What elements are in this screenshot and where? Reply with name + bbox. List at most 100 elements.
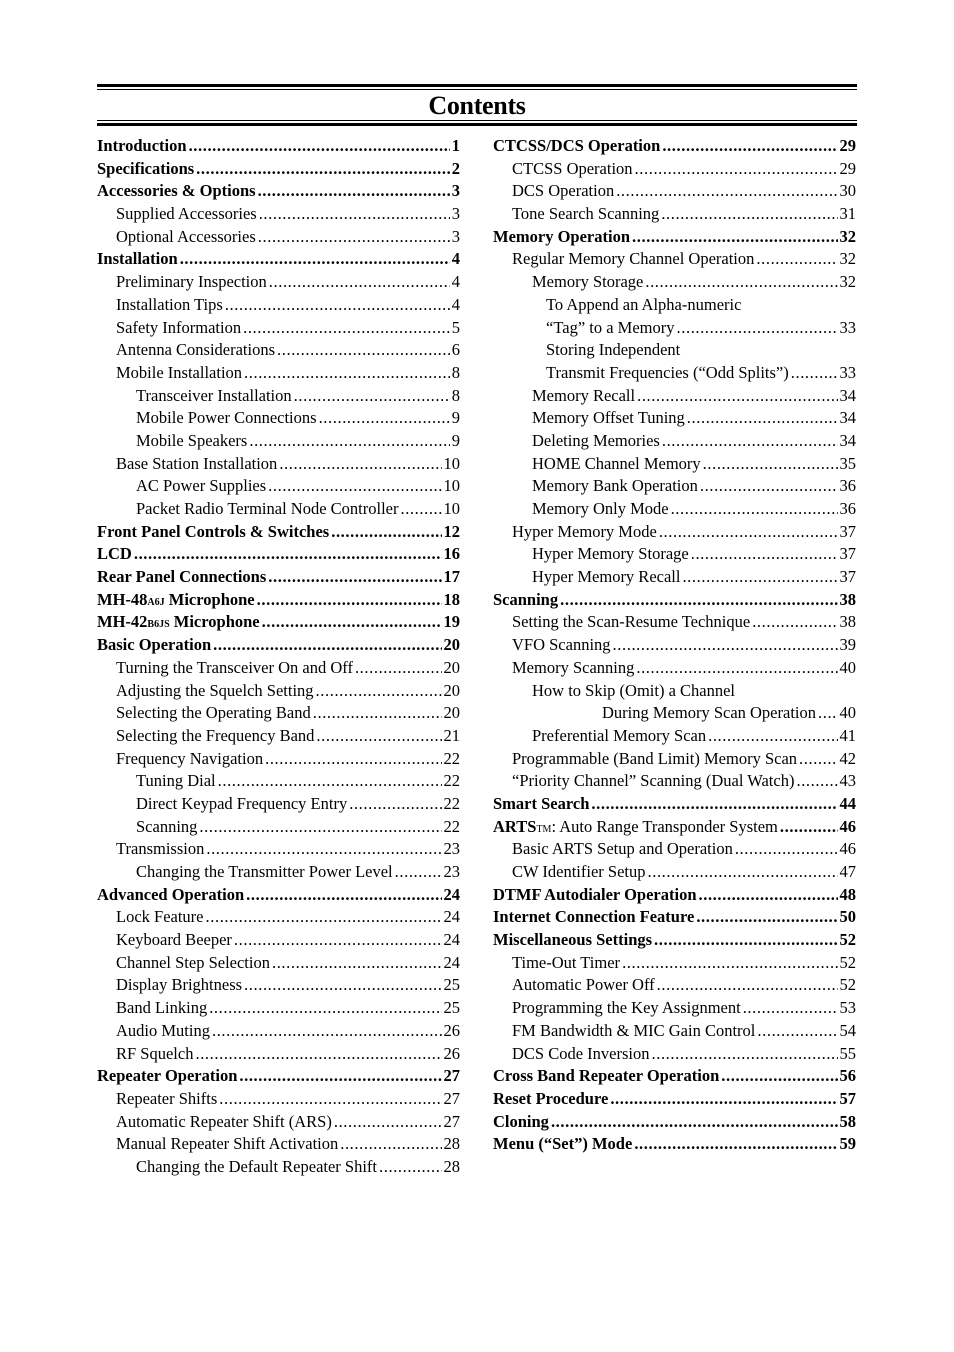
toc-entry[interactable]: Supplied Accessories 3 (97, 203, 460, 226)
toc-page-number: 37 (839, 567, 857, 587)
toc-entry[interactable]: CW Identifier Setup 47 (493, 861, 856, 884)
toc-entry[interactable]: Selecting the Frequency Band 21 (97, 725, 460, 748)
toc-entry[interactable]: Lock Feature 24 (97, 906, 460, 929)
toc-entry[interactable]: Regular Memory Channel Operation 32 (493, 248, 856, 271)
toc-entry[interactable]: Memory Storage 32 (493, 271, 856, 294)
toc-entry[interactable]: Programmable (Band Limit) Memory Scan 42 (493, 748, 856, 771)
dot-leader (195, 1043, 441, 1066)
dot-leader (791, 362, 838, 385)
toc-entry[interactable]: Tone Search Scanning 31 (493, 203, 856, 226)
toc-entry[interactable]: Preliminary Inspection 4 (97, 271, 460, 294)
toc-entry[interactable]: Automatic Power Off 52 (493, 974, 856, 997)
toc-entry[interactable]: Frequency Navigation 22 (97, 748, 460, 771)
toc-section-entry[interactable]: Smart Search 44 (493, 793, 856, 816)
toc-section-entry[interactable]: Rear Panel Connections 17 (97, 566, 460, 589)
toc-section-entry[interactable]: Internet Connection Feature 50 (493, 906, 856, 929)
toc-section-entry[interactable]: Cloning 58 (493, 1111, 856, 1134)
toc-section-entry[interactable]: Introduction 1 (97, 135, 460, 158)
toc-entry[interactable]: Changing the Default Repeater Shift 28 (97, 1156, 460, 1179)
toc-entry[interactable]: Setting the Scan-Resume Technique 38 (493, 611, 856, 634)
toc-entry[interactable]: Direct Keypad Frequency Entry 22 (97, 793, 460, 816)
toc-entry[interactable]: “Tag” to a Memory 33 (493, 317, 856, 340)
toc-section-entry[interactable]: Scanning 38 (493, 589, 856, 612)
toc-section-entry[interactable]: Repeater Operation 27 (97, 1065, 460, 1088)
toc-section-entry[interactable]: Installation 4 (97, 248, 460, 271)
toc-entry[interactable]: Tuning Dial 22 (97, 770, 460, 793)
toc-entry[interactable]: Memory Only Mode 36 (493, 498, 856, 521)
toc-entry[interactable]: FM Bandwidth & MIC Gain Control 54 (493, 1020, 856, 1043)
toc-entry[interactable]: Hyper Memory Mode 37 (493, 521, 856, 544)
toc-entry[interactable]: Display Brightness 25 (97, 974, 460, 997)
toc-page-number: 42 (839, 748, 857, 768)
toc-entry[interactable]: RF Squelch 26 (97, 1043, 460, 1066)
toc-section-entry[interactable]: Front Panel Controls & Switches 12 (97, 521, 460, 544)
toc-entry[interactable]: Antenna Considerations 6 (97, 339, 460, 362)
toc-entry[interactable]: Automatic Repeater Shift (ARS) 27 (97, 1111, 460, 1134)
dot-leader (691, 543, 838, 566)
toc-section-entry[interactable]: MH-48A6J Microphone 18 (97, 589, 460, 612)
toc-entry[interactable]: Memory Offset Tuning 34 (493, 407, 856, 430)
toc-section-entry[interactable]: Menu (“Set”) Mode 59 (493, 1133, 856, 1156)
toc-entry[interactable]: Base Station Installation 10 (97, 453, 460, 476)
toc-section-entry[interactable]: Cross Band Repeater Operation 56 (493, 1065, 856, 1088)
toc-entry[interactable]: Mobile Power Connections 9 (97, 407, 460, 430)
toc-entry[interactable]: “Priority Channel” Scanning (Dual Watch)… (493, 770, 856, 793)
toc-section-entry[interactable]: Basic Operation 20 (97, 634, 460, 657)
toc-entry[interactable]: Transceiver Installation 8 (97, 385, 460, 408)
toc-entry[interactable]: Programming the Key Assignment 53 (493, 997, 856, 1020)
toc-entry[interactable]: Transmission 23 (97, 838, 460, 861)
toc-section-entry[interactable]: Advanced Operation 24 (97, 884, 460, 907)
toc-entry[interactable]: DCS Operation 30 (493, 180, 856, 203)
toc-section-entry[interactable]: LCD 16 (97, 543, 460, 566)
toc-entry[interactable]: Mobile Speakers 9 (97, 430, 460, 453)
toc-entry[interactable]: During Memory Scan Operation 40 (493, 702, 856, 725)
toc-section-entry[interactable]: Memory Operation 32 (493, 226, 856, 249)
toc-entry[interactable]: CTCSS Operation 29 (493, 158, 856, 181)
toc-page-number: 52 (839, 952, 857, 972)
toc-entry[interactable]: Scanning 22 (97, 816, 460, 839)
toc-entry-label: Cloning (493, 1111, 549, 1131)
toc-section-entry[interactable]: Reset Procedure 57 (493, 1088, 856, 1111)
toc-page-number: 21 (443, 725, 461, 745)
toc-entry[interactable]: HOME Channel Memory 35 (493, 453, 856, 476)
toc-section-entry[interactable]: CTCSS/DCS Operation 29 (493, 135, 856, 158)
toc-entry[interactable]: Adjusting the Squelch Setting 20 (97, 680, 460, 703)
toc-entry[interactable]: Hyper Memory Recall 37 (493, 566, 856, 589)
toc-entry[interactable]: Hyper Memory Storage 37 (493, 543, 856, 566)
toc-entry[interactable]: Mobile Installation 8 (97, 362, 460, 385)
toc-entry[interactable]: Changing the Transmitter Power Level 23 (97, 861, 460, 884)
toc-entry[interactable]: Preferential Memory Scan 41 (493, 725, 856, 748)
toc-entry[interactable]: Memory Recall 34 (493, 385, 856, 408)
toc-entry[interactable]: Time-Out Timer 52 (493, 952, 856, 975)
toc-section-entry[interactable]: Accessories & Options 3 (97, 180, 460, 203)
contents-page: Contents Introduction1Specifications2Acc… (97, 84, 857, 1176)
dot-leader (743, 997, 838, 1020)
toc-entry[interactable]: Safety Information 5 (97, 317, 460, 340)
toc-left-column: Introduction1Specifications2Accessories … (97, 135, 460, 1179)
toc-entry-label: Optional Accessories (116, 226, 256, 246)
toc-entry[interactable]: Transmit Frequencies (“Odd Splits”) 33 (493, 362, 856, 385)
toc-entry[interactable]: AC Power Supplies 10 (97, 475, 460, 498)
toc-entry[interactable]: Band Linking 25 (97, 997, 460, 1020)
toc-entry[interactable]: Optional Accessories 3 (97, 226, 460, 249)
toc-section-entry[interactable]: Specifications 2 (97, 158, 460, 181)
toc-entry[interactable]: Selecting the Operating Band 20 (97, 702, 460, 725)
toc-entry[interactable]: Installation Tips 4 (97, 294, 460, 317)
toc-entry[interactable]: Channel Step Selection 24 (97, 952, 460, 975)
toc-section-entry[interactable]: MH-42B6JS Microphone 19 (97, 611, 460, 634)
toc-entry[interactable]: Memory Scanning 40 (493, 657, 856, 680)
toc-entry[interactable]: Keyboard Beeper 24 (97, 929, 460, 952)
toc-entry[interactable]: VFO Scanning 39 (493, 634, 856, 657)
toc-entry[interactable]: Turning the Transceiver On and Off 20 (97, 657, 460, 680)
toc-section-entry[interactable]: DTMF Autodialer Operation 48 (493, 884, 856, 907)
toc-entry[interactable]: Audio Muting 26 (97, 1020, 460, 1043)
toc-entry[interactable]: Deleting Memories 34 (493, 430, 856, 453)
toc-entry[interactable]: Repeater Shifts 27 (97, 1088, 460, 1111)
toc-entry[interactable]: DCS Code Inversion 55 (493, 1043, 856, 1066)
toc-entry[interactable]: Packet Radio Terminal Node Controller 10 (97, 498, 460, 521)
toc-section-entry[interactable]: ARTSTM: Auto Range Transponder System 46 (493, 816, 856, 839)
toc-entry[interactable]: Manual Repeater Shift Activation 28 (97, 1133, 460, 1156)
toc-entry[interactable]: Memory Bank Operation 36 (493, 475, 856, 498)
toc-section-entry[interactable]: Miscellaneous Settings 52 (493, 929, 856, 952)
toc-entry[interactable]: Basic ARTS Setup and Operation 46 (493, 838, 856, 861)
